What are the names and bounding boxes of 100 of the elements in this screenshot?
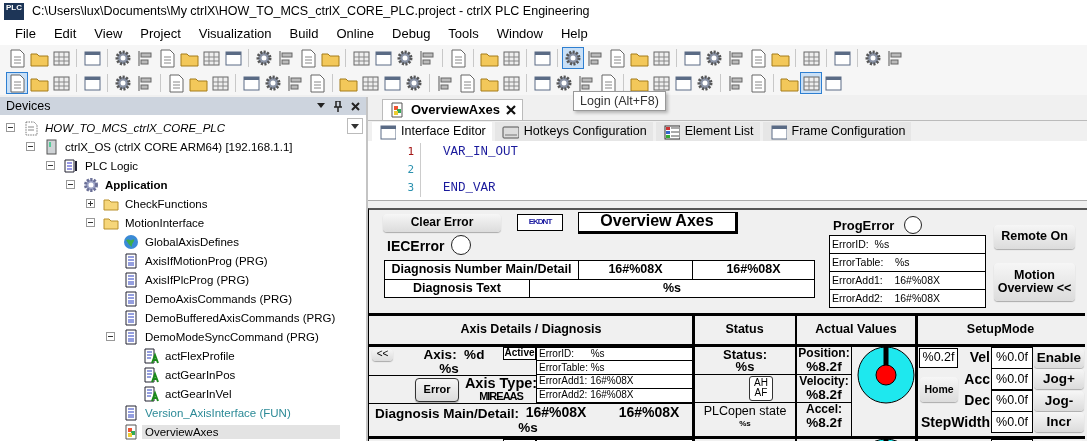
document-icon xyxy=(143,385,159,402)
menu-item[interactable]: Help xyxy=(551,26,597,41)
collapse-icon[interactable] xyxy=(6,123,15,132)
diagnosis-label: Diagnosis Main/Detail: xyxy=(374,405,521,422)
tree-item[interactable]: MotionInterface xyxy=(122,215,340,230)
clear-error-button[interactable]: Clear Error xyxy=(383,213,501,232)
input-field[interactable]: %0.0f xyxy=(991,368,1033,391)
error-info-text: ErrorTable: %s xyxy=(830,253,985,272)
remote-on-button[interactable]: Remote On xyxy=(994,224,1075,249)
back-button[interactable]: << xyxy=(372,348,393,361)
axis-type-value: MIREAAS xyxy=(478,391,524,403)
menu-item[interactable]: Project xyxy=(131,26,190,41)
dropdown-button[interactable] xyxy=(347,118,363,134)
plcopen-value: %s xyxy=(738,419,752,430)
table-cell: 16#%08X xyxy=(692,259,815,280)
tree-item[interactable]: DemoBufferedAxisCommands (PRG) xyxy=(142,310,340,325)
document-icon xyxy=(23,119,39,136)
error-info-text: ErrorID: %s xyxy=(830,235,985,254)
document-icon xyxy=(123,404,139,421)
expand-icon[interactable] xyxy=(86,199,95,208)
menu-item[interactable]: Visualization xyxy=(189,26,281,41)
tree-item[interactable]: actFlexProfile xyxy=(162,348,340,363)
error-info-text: ErrorTable: %s xyxy=(537,361,692,376)
tree-item[interactable]: PLC Logic xyxy=(82,158,340,173)
colored-squares-icon xyxy=(389,101,405,118)
diagnosis-value: 16#%08X xyxy=(524,404,588,421)
collapse-icon[interactable] xyxy=(46,161,55,170)
setup-button[interactable]: Jog+ xyxy=(1034,369,1084,390)
column-header: Status xyxy=(724,321,765,339)
menu-item[interactable]: Debug xyxy=(383,26,440,41)
input-field[interactable]: %0.2f xyxy=(919,347,958,368)
line-number: 2 xyxy=(368,160,421,179)
input-field[interactable]: %0.0f xyxy=(991,389,1033,412)
menu-item[interactable]: File xyxy=(6,26,45,41)
tree-item[interactable]: HOW_TO_MCS_ctrlX_CORE_PLC xyxy=(42,120,340,135)
menu-item[interactable]: Build xyxy=(280,26,328,41)
tree-item[interactable]: AxisIfMotionProg (PRG) xyxy=(142,253,340,268)
menu-item[interactable]: Edit xyxy=(44,26,86,41)
app-logo: PLC xyxy=(4,2,24,20)
document-icon xyxy=(123,290,139,307)
input-field[interactable]: %0.0f xyxy=(991,411,1033,434)
document-icon xyxy=(143,347,159,364)
collapse-icon[interactable] xyxy=(66,180,75,189)
error-count-label: EKDNT xyxy=(517,213,563,231)
menu-item[interactable]: View xyxy=(85,26,132,41)
error-button[interactable]: Error xyxy=(415,377,459,402)
tree-item[interactable]: AxisIfPlcProg (PRG) xyxy=(142,272,340,287)
axis-label: Axis: %d xyxy=(422,347,486,362)
tree-item[interactable]: DemoAxisCommands (PRG) xyxy=(142,291,340,306)
tree-item[interactable]: actGearInPos xyxy=(162,367,340,382)
value-reading: %8.2f xyxy=(806,387,842,402)
tree-item[interactable]: OverviewAxes xyxy=(142,424,340,439)
menu-item[interactable]: Tools xyxy=(439,26,488,41)
parameter-label: Vel xyxy=(968,348,990,367)
axis-name: %s xyxy=(438,361,460,376)
value-label: Position: xyxy=(797,346,851,360)
editor-tab[interactable]: Frame Configuration xyxy=(762,121,912,141)
editor-tab[interactable]: Element List xyxy=(655,121,760,141)
close-icon[interactable] xyxy=(351,101,360,111)
menu-item[interactable]: Window xyxy=(487,26,552,41)
collapse-icon[interactable] xyxy=(86,218,95,227)
gear-icon xyxy=(83,176,99,193)
ah-af-button[interactable]: AH AF xyxy=(749,375,773,401)
window-title: C:\Users\lux\Documents\My ctrlX\HOW_TO_MCS_ctrlX_CORE_PLC.project - ctrlX PLC Engineering xyxy=(32,4,590,18)
tree-item[interactable]: ctrlX_OS (ctrlX CORE ARM64) [192.168.1.1] xyxy=(62,139,340,154)
tree-item[interactable]: DemoModeSyncCommand (PRG) xyxy=(142,329,340,344)
menu-item[interactable]: Online xyxy=(327,26,384,41)
plcopen-label: PLCopen state xyxy=(702,403,788,419)
input-field[interactable]: %0.0f xyxy=(991,346,1033,369)
tree-item[interactable]: Application xyxy=(102,177,340,192)
tree-item[interactable]: CheckFunctions xyxy=(122,196,340,211)
close-icon[interactable] xyxy=(505,104,516,115)
toolbar-button[interactable] xyxy=(562,46,584,69)
setup-button[interactable]: Jog- xyxy=(1034,390,1084,411)
collapse-icon[interactable] xyxy=(106,332,115,341)
error-info-text: ErrorAdd1: 16#%08X xyxy=(537,375,692,389)
document-tab[interactable]: OverviewAxes xyxy=(382,98,523,120)
collapse-icon[interactable] xyxy=(26,142,35,151)
error-info-text: ErrorAdd2: 16#%08X xyxy=(831,290,941,306)
table-cell: 16#%08X xyxy=(578,259,693,280)
line-number: 3 xyxy=(368,178,421,197)
toolbar-button[interactable] xyxy=(800,71,822,94)
diagnosis-value: 16#%08X xyxy=(617,404,681,421)
toolbar-button[interactable] xyxy=(6,71,28,94)
setup-button[interactable]: Enable xyxy=(1034,347,1084,368)
column-header: Axis Details / Diagnosis xyxy=(459,321,603,339)
editor-tab[interactable]: Interface Editor xyxy=(372,121,492,141)
motion-overview-button[interactable]: Motion Overview << xyxy=(994,262,1075,301)
tree-item[interactable]: GlobalAxisDefines xyxy=(142,234,340,249)
visualization-title: Overview Axes xyxy=(578,211,738,234)
pin-icon[interactable] xyxy=(334,100,342,112)
document-icon xyxy=(143,366,159,383)
setup-button[interactable]: Incr xyxy=(1034,412,1084,433)
tree-item[interactable]: Version_AxisInterface (FUN) xyxy=(142,405,340,420)
home-button[interactable]: Home xyxy=(920,376,958,402)
table-cell: Diagnosis Number Main/Detail xyxy=(384,259,579,280)
tree-item[interactable]: actGearInVel xyxy=(162,386,340,401)
editor-tab[interactable]: Hotkeys Configuration xyxy=(494,121,653,141)
caret-icon[interactable] xyxy=(317,103,325,109)
parameter-label: Dec xyxy=(963,391,990,410)
